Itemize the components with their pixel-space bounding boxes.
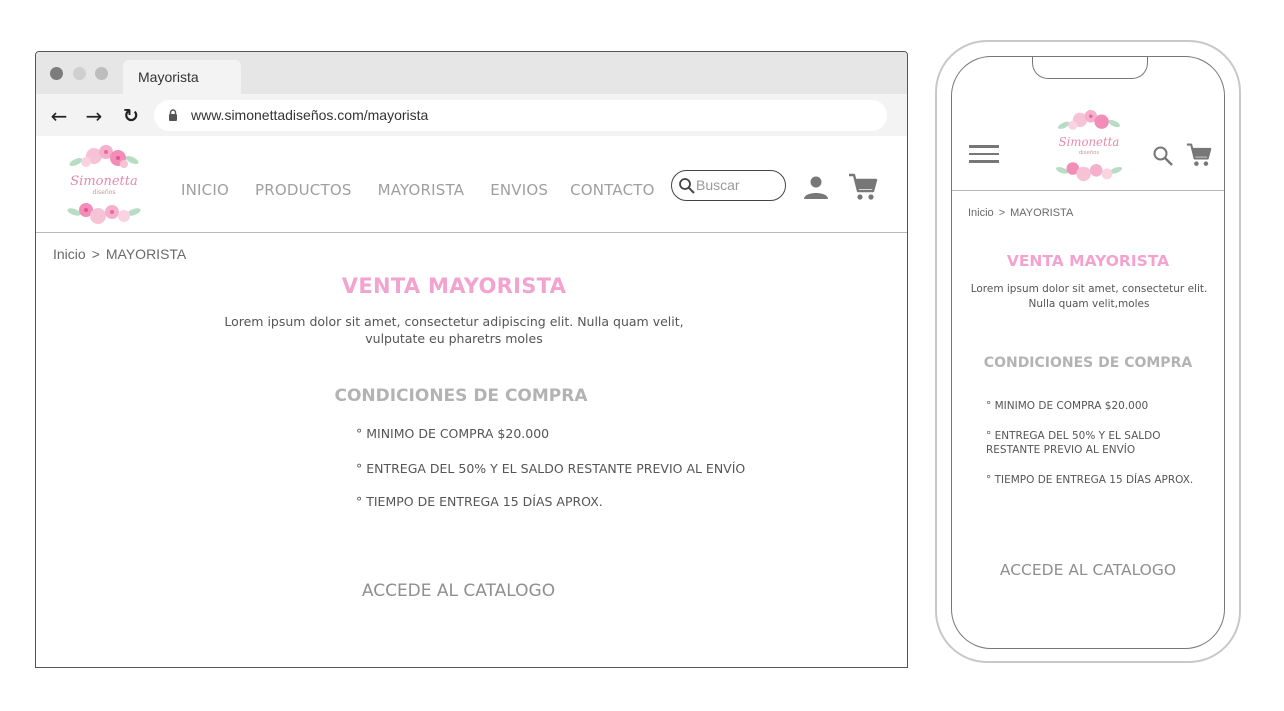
- search-icon: [679, 178, 695, 194]
- condition-item: ° MINIMO DE COMPRA $20.000: [356, 426, 550, 441]
- lock-icon: [169, 109, 177, 121]
- site-header: Simonetta diseños INICIO PRODUCTOS MAYOR…: [36, 136, 907, 233]
- mobile-catalog-link[interactable]: ACCEDE AL CATALOGO: [952, 561, 1224, 579]
- breadcrumb: Inicio > MAYORISTA: [53, 246, 186, 262]
- breadcrumb-home[interactable]: Inicio: [53, 246, 86, 262]
- condition-item: ° ENTREGA DEL 50% Y EL SALDO RESTANTE PR…: [356, 461, 746, 476]
- condition-item: ° TIEMPO DE ENTREGA 15 DÍAS APROX.: [986, 474, 1194, 486]
- breadcrumb-home[interactable]: Inicio: [968, 207, 994, 219]
- browser-tab[interactable]: Mayorista: [123, 60, 241, 94]
- logo-tagline: diseños: [93, 189, 116, 196]
- window-minimize-dot[interactable]: [73, 67, 86, 80]
- phone-notch: [1032, 57, 1148, 79]
- browser-tab-bar: Mayorista: [36, 52, 907, 94]
- nav-item-mayorista[interactable]: MAYORISTA: [378, 181, 465, 199]
- logo-name: Simonetta: [70, 174, 137, 189]
- forward-arrow-icon[interactable]: →: [81, 103, 107, 129]
- reload-icon[interactable]: ↻: [118, 103, 144, 129]
- mobile-conditions-title: CONDICIONES DE COMPRA: [983, 355, 1193, 371]
- desktop-browser-window: Mayorista ← → ↻ www.simonettadiseños.com…: [35, 51, 908, 668]
- condition-item: ° TIEMPO DE ENTREGA 15 DÍAS APROX.: [356, 494, 603, 509]
- window-maximize-dot[interactable]: [95, 67, 108, 80]
- catalog-link[interactable]: ACCEDE AL CATALOGO: [36, 581, 881, 601]
- cart-icon[interactable]: [1186, 142, 1212, 168]
- mobile-breadcrumb: Inicio > MAYORISTA: [968, 207, 1073, 219]
- intro-text: Lorem ipsum dolor sit amet, consectetur …: [224, 314, 684, 346]
- flower-bottom-icon: [67, 203, 141, 224]
- nav-item-productos[interactable]: PRODUCTOS: [255, 181, 352, 199]
- flower-bottom-icon: [1056, 162, 1122, 182]
- breadcrumb-separator: >: [91, 246, 100, 262]
- mobile-intro-text: Lorem ipsum dolor sit amet, consectetur …: [970, 283, 1208, 310]
- window-close-dot[interactable]: [50, 67, 63, 80]
- mobile-page-title: VENTA MAYORISTA: [1006, 252, 1170, 270]
- mobile-header: Simonetta diseños: [952, 107, 1224, 191]
- nav-item-inicio[interactable]: INICIO: [181, 181, 229, 199]
- nav-item-envios[interactable]: ENVIOS: [490, 181, 548, 199]
- main-nav: INICIO PRODUCTOS MAYORISTA ENVIOS CONTAC…: [181, 181, 681, 199]
- page-title: VENTA MAYORISTA: [341, 274, 567, 298]
- address-url: www.simonettadiseños.com/mayorista: [191, 107, 429, 123]
- mobile-phone-frame: Simonetta diseños Inicio > MAYORISTA VEN…: [935, 40, 1241, 663]
- flower-top-icon: [1057, 110, 1121, 130]
- browser-toolbar: ← → ↻ www.simonettadiseños.com/mayorista: [36, 94, 907, 136]
- cart-icon[interactable]: [848, 172, 878, 202]
- brand-logo[interactable]: Simonetta diseños: [64, 142, 144, 228]
- browser-tab-title: Mayorista: [138, 69, 199, 85]
- flower-top-icon: [69, 145, 139, 168]
- search-input[interactable]: Buscar: [671, 170, 786, 201]
- user-icon[interactable]: [803, 174, 829, 200]
- conditions-title: CONDICIONES DE COMPRA: [334, 386, 588, 406]
- breadcrumb-separator: >: [998, 207, 1006, 219]
- mobile-logo-name: Simonetta: [1059, 135, 1120, 149]
- search-icon[interactable]: [1152, 145, 1174, 167]
- mobile-screen: Simonetta diseños Inicio > MAYORISTA VEN…: [951, 56, 1225, 649]
- nav-item-contacto[interactable]: CONTACTO: [570, 181, 655, 199]
- condition-item: ° ENTREGA DEL 50% Y EL SALDO RESTANTE PR…: [986, 430, 1161, 456]
- mobile-brand-logo[interactable]: Simonetta diseños: [1053, 107, 1125, 185]
- search-placeholder: Buscar: [696, 177, 740, 193]
- hamburger-menu-icon[interactable]: [969, 145, 999, 167]
- back-arrow-icon[interactable]: ←: [46, 103, 72, 129]
- address-bar[interactable]: www.simonettadiseños.com/mayorista: [154, 100, 887, 131]
- mobile-logo-tagline: diseños: [1079, 150, 1100, 156]
- condition-item: ° MINIMO DE COMPRA $20.000: [986, 400, 1149, 412]
- breadcrumb-current: MAYORISTA: [105, 246, 187, 262]
- breadcrumb-current: MAYORISTA: [1010, 207, 1074, 219]
